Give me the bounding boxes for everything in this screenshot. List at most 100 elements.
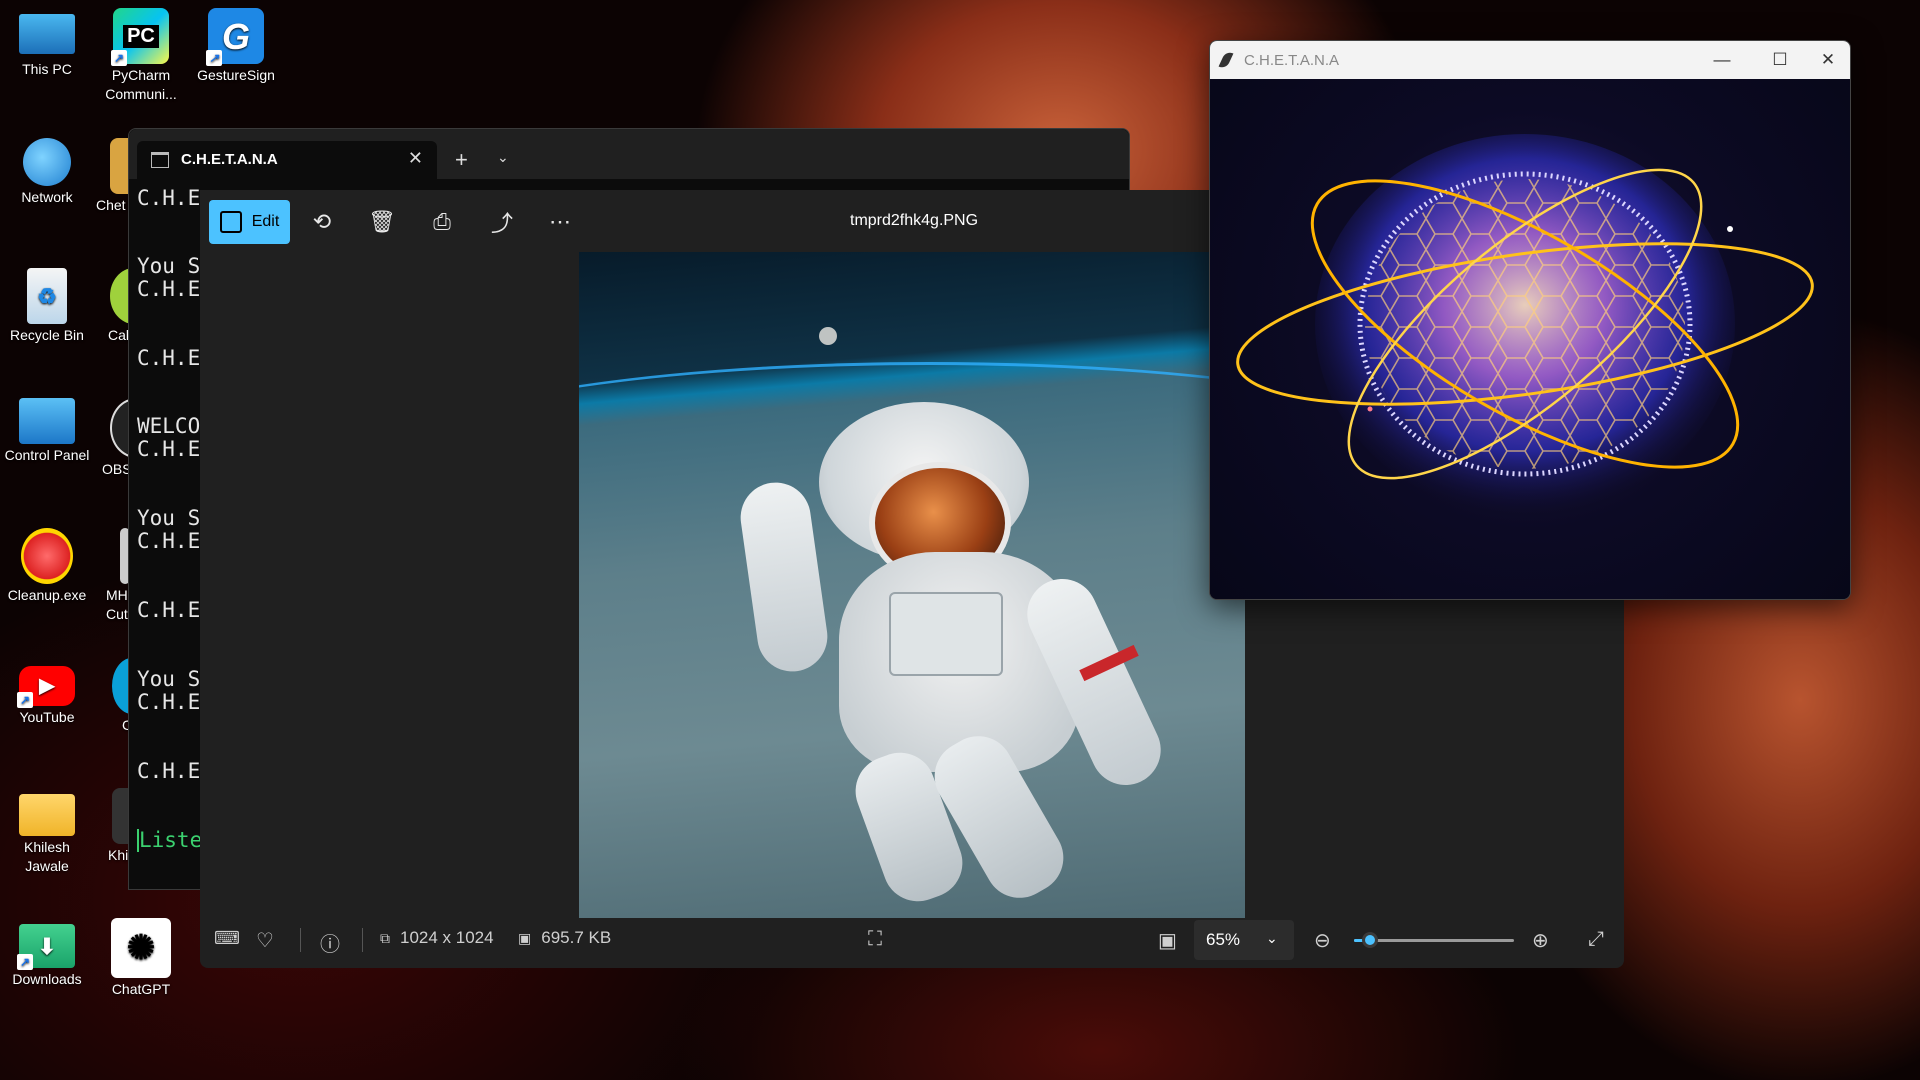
control-panel-icon: [19, 398, 75, 444]
desktop-icon-label: Network: [21, 189, 73, 205]
astronaut-image[interactable]: [579, 252, 1245, 918]
file-size-value: 695.7 KB: [541, 928, 612, 947]
terminal-line: C.H.E: [137, 690, 201, 714]
desktop-icon-label: Recycle Bin: [10, 327, 84, 343]
desktop-icon-this-pc[interactable]: This PC: [4, 0, 90, 79]
desktop-icon-network[interactable]: Network: [4, 130, 90, 207]
ai-orb-animation: [1210, 79, 1850, 599]
chetana-window-title: C.H.E.T.A.N.A: [1244, 52, 1340, 69]
zoom-out-icon[interactable]: ⊖: [1314, 928, 1331, 953]
desktop-icon-c[interactable]: C: [108, 650, 128, 735]
chatgpt-icon: ✺: [111, 918, 171, 978]
downloads-icon: ⬇ ↗: [17, 924, 75, 970]
terminal-line: WELCO: [137, 414, 201, 438]
desktop-icon-obs[interactable]: OBS: [100, 390, 128, 479]
shortcut-icon: [110, 138, 128, 194]
print-icon: ⎙: [433, 209, 451, 234]
divider: [300, 928, 301, 952]
desktop-icon-cal[interactable]: Cal: [100, 260, 128, 345]
dimensions-icon: ⧉: [380, 929, 390, 946]
print-button[interactable]: ⎙: [420, 200, 464, 244]
obs-icon: [110, 398, 128, 458]
maximize-button[interactable]: ☐: [1760, 47, 1800, 73]
desktop-icon-chatgpt[interactable]: ✺ ChatGPT: [98, 910, 184, 999]
zoom-in-icon[interactable]: ⊕: [1532, 928, 1549, 953]
desktop-icon-chet[interactable]: Chet: [92, 130, 128, 215]
divider: [362, 928, 363, 952]
actual-size-icon[interactable]: ▣: [1158, 928, 1177, 953]
rotate-icon: ⟲: [312, 209, 332, 234]
desktop-icon-downloads[interactable]: ⬇ ↗ Downloads: [4, 910, 90, 989]
terminal-line: C.H.E: [137, 277, 201, 301]
pycharm-icon: PC ↗: [111, 8, 169, 66]
share-button[interactable]: ⤴: [480, 200, 524, 244]
orb-graphic: [1236, 134, 1814, 514]
new-tab-button[interactable]: +: [455, 147, 468, 173]
chetana-window[interactable]: C.H.E.T.A.N.A — ☐ ✕: [1209, 40, 1851, 600]
desktop-icon-label: OBS: [102, 461, 128, 477]
desktop-icon-youtube[interactable]: ▶ ↗ YouTube: [4, 650, 90, 727]
fullscreen-icon[interactable]: ⤢: [1588, 928, 1604, 951]
zoom-slider-thumb[interactable]: [1362, 932, 1378, 948]
desktop-icon-pycharm[interactable]: PC ↗ PyCharm Communi...: [98, 0, 184, 104]
monitor-icon: [19, 14, 75, 54]
file-size: ▣ 695.7 KB: [518, 928, 611, 948]
delete-icon: 🗑: [368, 209, 396, 234]
zoom-dropdown[interactable]: 65% ⌄: [1194, 920, 1294, 960]
chetana-titlebar[interactable]: C.H.E.T.A.N.A — ☐ ✕: [1210, 41, 1850, 79]
shortcut-icon: [120, 528, 128, 584]
more-button[interactable]: ⋯: [538, 200, 582, 244]
shortcut-icon: [112, 658, 128, 714]
desktop-icon-recycle-bin[interactable]: ♻ Recycle Bin: [4, 260, 90, 345]
youtube-icon: ▶ ↗: [17, 666, 75, 708]
more-icon: ⋯: [549, 209, 571, 234]
network-icon: [23, 138, 71, 186]
desktop-icon-label: MH Cut: [106, 587, 128, 622]
orbit-spark: [1367, 406, 1373, 412]
terminal-tab-title: C.H.E.T.A.N.A: [181, 151, 278, 168]
desktop-icon-khi[interactable]: Khi: [108, 780, 128, 865]
photos-status-bar: ⌨ ♡ ⓘ ⧉ 1024 x 1024 ▣ 695.7 KB ⛶ ▣ 65% ⌄…: [200, 912, 1624, 968]
desktop-icon-khilesh-jawale[interactable]: Khilesh Jawale: [4, 780, 90, 876]
desktop-icon-mh-cut[interactable]: MH Cut: [100, 520, 128, 624]
edit-button[interactable]: Edit: [209, 200, 290, 244]
filmstrip-icon[interactable]: ⌨: [214, 928, 240, 949]
zoom-value: 65%: [1206, 930, 1241, 949]
minimize-button[interactable]: —: [1702, 47, 1742, 73]
desktop-icon-gesturesign[interactable]: G ↗ GestureSign: [193, 0, 279, 85]
dimensions-value: 1024 x 1024: [400, 928, 494, 947]
shortcut-icon: [110, 268, 128, 324]
close-button[interactable]: ✕: [1808, 47, 1848, 73]
terminal-line: C.H.E: [137, 598, 201, 622]
info-icon[interactable]: ⓘ: [320, 928, 340, 957]
delete-button[interactable]: 🗑: [360, 200, 404, 244]
edit-label: Edit: [251, 213, 280, 230]
chevron-down-icon[interactable]: ⌄: [497, 149, 509, 166]
desktop-icon-label: Downloads: [12, 971, 82, 987]
desktop-icon-label: Khi: [108, 847, 128, 863]
desktop-icon-label: Chet: [96, 197, 126, 213]
user-folder-icon: [19, 794, 75, 836]
chevron-down-icon: ⌄: [1266, 930, 1278, 946]
rotate-button[interactable]: ⟲: [300, 200, 344, 244]
terminal-line-listening: Liste: [137, 828, 203, 852]
desktop-icon-control-panel[interactable]: Control Panel: [4, 390, 90, 465]
desktop-icon-label: YouTube: [19, 709, 75, 725]
terminal-line: C.H.E: [137, 437, 201, 461]
image-dimensions: ⧉ 1024 x 1024: [380, 928, 494, 948]
terminal-tab-bar: C.H.E.T.A.N.A ✕ + ⌄: [129, 129, 1129, 179]
terminal-tab[interactable]: C.H.E.T.A.N.A ✕: [137, 141, 437, 179]
fit-to-window-icon[interactable]: ⛶: [868, 928, 882, 951]
astronaut-chest-pack: [889, 592, 1003, 676]
terminal-line: You S: [137, 506, 201, 530]
favorite-icon[interactable]: ♡: [256, 928, 274, 953]
feather-icon: [1218, 50, 1234, 70]
terminal-line: C.H.E: [137, 759, 201, 783]
shortcut-icon: [112, 788, 128, 844]
zoom-slider[interactable]: [1354, 932, 1514, 948]
desktop-icon-cleanup[interactable]: Cleanup.exe: [4, 520, 90, 605]
close-icon[interactable]: ✕: [408, 148, 423, 169]
gesturesign-icon: G ↗: [206, 8, 264, 66]
share-icon: ⤴: [490, 211, 513, 236]
file-name: tmprd2fhk4g.PNG: [850, 212, 979, 229]
